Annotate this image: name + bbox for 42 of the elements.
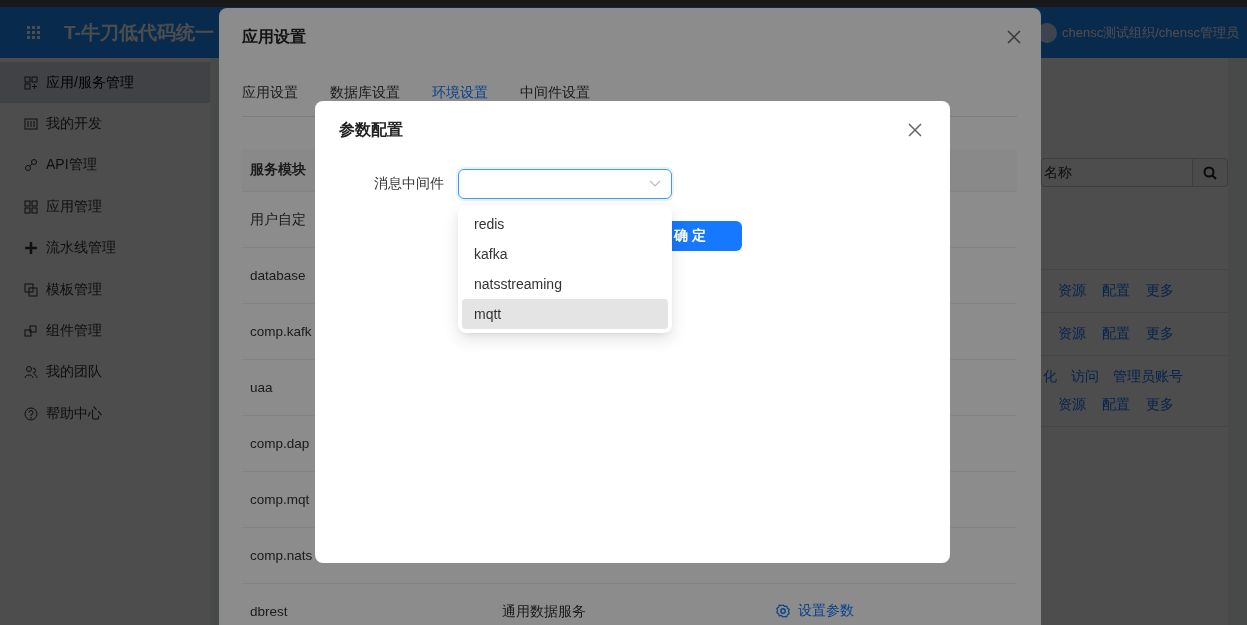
action-link[interactable]: 配置 (1102, 325, 1130, 343)
drawer-title: 应用设置 (242, 26, 306, 47)
action-link[interactable]: 资源 (1058, 396, 1086, 414)
action-link[interactable]: 更多 (1146, 325, 1174, 343)
table-cell: 用户自定 (250, 211, 306, 227)
tab[interactable]: 应用设置 (242, 84, 298, 100)
action-link[interactable]: 配置 (1102, 282, 1130, 300)
table-cell: comp.dap (250, 436, 310, 451)
action-link[interactable]: 更多 (1146, 282, 1174, 300)
sidebar-item[interactable]: API管理 (0, 144, 210, 187)
action-link[interactable]: 资源 (1058, 282, 1086, 300)
sidebar-item[interactable]: 流水线管理 (0, 227, 210, 269)
sidebar-item[interactable]: 帮助中心 (0, 393, 210, 435)
dialog-title: 参数配置 (339, 119, 403, 140)
table-cell: 通用数据服务 (502, 603, 586, 619)
table-cell: dbrest (250, 604, 288, 619)
dropdown-option[interactable]: natsstreaming (462, 269, 668, 299)
sidebar-item[interactable]: 我的团队 (0, 351, 210, 394)
sidebar-item[interactable]: 应用管理 (0, 186, 210, 228)
table-cell: comp.mqt (250, 492, 310, 507)
table-cell: database (250, 268, 306, 283)
action-link[interactable]: 资源 (1058, 325, 1086, 343)
sidebar-item[interactable]: 模板管理 (0, 268, 210, 311)
sidebar-item[interactable]: 组件管理 (0, 310, 210, 352)
sidebar-item[interactable]: 我的开发 (0, 103, 210, 145)
column-header: 服务模块 (250, 162, 306, 177)
table-cell: comp.kafk (250, 324, 312, 339)
table-cell: comp.nats (250, 548, 313, 563)
sidebar-item[interactable]: 应用/服务管理 (0, 62, 210, 104)
app-title: T-牛刀低代码统一 (64, 20, 214, 45)
action-link[interactable]: 化 (1043, 368, 1057, 386)
action-link[interactable]: 配置 (1102, 396, 1130, 414)
tab[interactable]: 环境设置 (432, 84, 488, 100)
action-link[interactable]: 管理员账号 (1113, 368, 1183, 386)
table-cell: uaa (250, 380, 273, 395)
tab[interactable]: 数据库设置 (330, 84, 400, 100)
action-link[interactable]: 访问 (1071, 368, 1099, 386)
action-link[interactable]: 更多 (1146, 396, 1174, 414)
settings-link[interactable]: 设置参数 (776, 602, 854, 620)
tab[interactable]: 中间件设置 (520, 84, 590, 100)
field-label: 消息中间件 (373, 175, 444, 193)
dropdown-option[interactable]: mqtt (462, 299, 668, 329)
